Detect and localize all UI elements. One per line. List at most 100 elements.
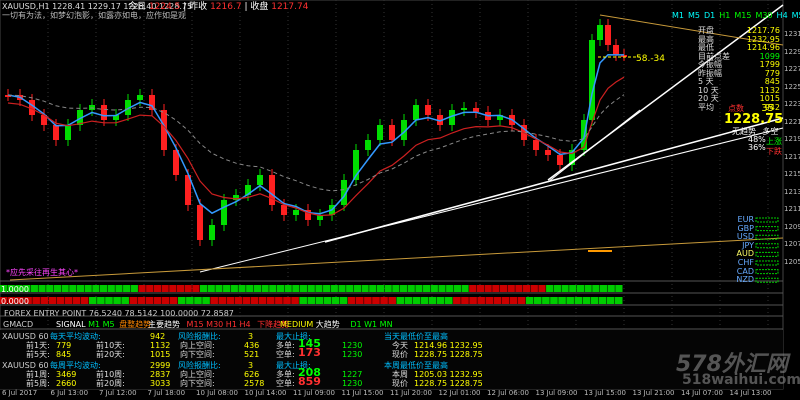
row-value-b: 1015 [150, 350, 171, 359]
avg-label: 每周平均波动: [50, 361, 101, 370]
indicator-block-2 [178, 297, 186, 304]
timeframe-button[interactable]: M30 [755, 11, 772, 20]
indicator-block-2 [234, 297, 243, 304]
indicator-block-1 [453, 285, 461, 292]
row-label-b: 前20周: [96, 379, 125, 388]
row-label-a: 前1周: [26, 370, 50, 379]
today-value: 1224.5 [148, 2, 181, 12]
price-tick: 1221 [784, 117, 800, 126]
indicator-block-1 [107, 285, 115, 292]
currency-strength-bar [755, 243, 779, 249]
indicator-block-2 [226, 297, 235, 304]
row-value-d: 859 [298, 375, 321, 388]
indicator-block-1 [446, 285, 454, 292]
indicator-block-1 [507, 285, 515, 292]
indicator-block-1 [261, 285, 269, 292]
indicator-block-2 [299, 297, 307, 304]
indicator-block-2 [461, 297, 469, 304]
indicator-block-2 [517, 297, 526, 304]
timeframe-button[interactable]: H1 [719, 11, 730, 20]
price-tick: 1209 [784, 222, 800, 231]
currency-strength-bar [755, 260, 779, 266]
row-value-c: 2578 [244, 379, 265, 388]
row-value-d: 173 [298, 346, 321, 359]
indicator-block-1 [61, 285, 69, 292]
indicator-block-2 [137, 297, 146, 304]
time-tick: 6 Jul 2017 [2, 389, 38, 397]
indicator-block-2 [48, 297, 57, 304]
indicator-block-1 [169, 285, 177, 292]
indicator-block-1 [399, 285, 408, 292]
time-tick: 6 Jul 13:00 [50, 389, 89, 397]
currency-strength-bar [755, 217, 779, 223]
indicator-block-1 [30, 285, 38, 292]
range-title: 当天最低价至最高 [384, 332, 448, 341]
time-tick: 12 Jul 01:00 [438, 389, 481, 397]
indicator-block-2 [169, 297, 178, 304]
indicator-block-2 [258, 297, 267, 304]
time-tick: 13 Jul 15:00 [584, 389, 626, 397]
row-label-c: 向上空间: [180, 370, 215, 379]
indicator-block-2 [97, 297, 105, 304]
indicator-block-2 [372, 297, 380, 304]
row-value-b: 2837 [150, 370, 171, 379]
candle-body [137, 95, 143, 100]
indicator-block-1 [499, 285, 508, 292]
row-label-f: 现价 [392, 379, 408, 388]
row-label-a: 前1天: [26, 341, 50, 350]
indicator-block-1 [299, 285, 308, 292]
timeframe-button[interactable]: M1 [672, 11, 684, 20]
stats-panel: 开盘 1217.76 最高 1232.95 最低 1214.96 目前点差 1099 今振幅 17… [698, 26, 780, 112]
indicator-block-2 [412, 297, 421, 304]
risk-label: 风险报酬比: [178, 361, 221, 370]
currency-label: NZD [736, 275, 754, 285]
candle-body [53, 125, 59, 140]
indicator-block-1 [184, 285, 192, 292]
indicator-block-1 [115, 285, 123, 292]
indicator-block-2 [501, 297, 510, 304]
price-tick: 1231 [784, 30, 800, 38]
time-tick: 10 Jul 14:00 [244, 389, 287, 397]
indicator-block-2 [283, 297, 291, 304]
row-value-e: 1230 [342, 379, 363, 388]
indicator-block-1 [384, 285, 392, 292]
price-tick: 1223 [784, 100, 800, 108]
indicator-block-1 [269, 285, 277, 292]
indicator-block-2 [614, 297, 623, 304]
indicator-block-2 [477, 297, 485, 304]
candle-body [461, 108, 467, 110]
indicator-block-2 [436, 297, 445, 304]
timeframe-button[interactable]: D1 [704, 11, 715, 20]
indicator-block-2 [550, 297, 558, 304]
row-label-d: 多单: [276, 341, 295, 350]
indicator-block-1 [161, 285, 169, 292]
indicator-block-2 [307, 297, 316, 304]
row-label-f: 现价 [392, 350, 408, 359]
today-label: 今日 [128, 2, 147, 12]
indicator-block-1 [430, 285, 438, 292]
indicator-block-1 [546, 285, 554, 292]
indicator-block-1 [69, 285, 77, 292]
indicator-block-2 [129, 297, 138, 304]
indicator-block-1 [276, 285, 285, 292]
time-tick: 13 Jul 09:00 [535, 389, 578, 397]
indicator-block-2 [356, 297, 364, 304]
row-label-d: 空单: [276, 379, 295, 388]
price-tick: 1207 [784, 240, 800, 248]
indicator-block-1 [207, 285, 215, 292]
indicator-block-1 [438, 285, 446, 292]
chart-annotation: *应先采往再生其心* [6, 268, 78, 277]
currency-strength-bar [755, 251, 779, 257]
candle-body [257, 175, 263, 185]
row-value-f: 1228.75 1228.75 [414, 379, 483, 388]
timeframe-button[interactable]: M15 [734, 11, 751, 20]
candle-body [473, 108, 479, 112]
timeframe-button[interactable]: M5 [688, 11, 700, 20]
time-tick: 14 Jul 07:00 [681, 389, 723, 397]
pct-b: 36% [748, 143, 766, 152]
indicator-block-2 [218, 297, 227, 304]
price-tick: 1205 [784, 257, 800, 266]
indicator-block-1 [615, 285, 623, 292]
indicator-block-1 [253, 285, 262, 292]
indicator-block-1 [469, 285, 477, 292]
